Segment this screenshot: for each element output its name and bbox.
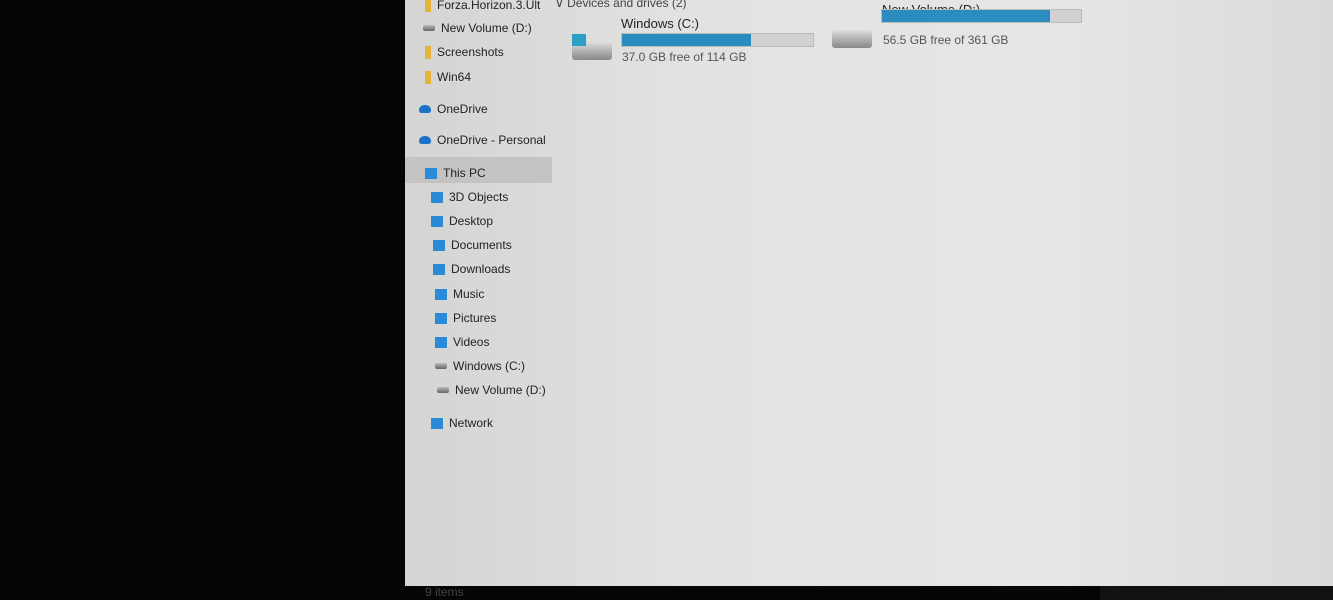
nav-item-label: New Volume (D:) <box>441 21 532 35</box>
cloud-icon <box>419 136 431 144</box>
nav-item[interactable]: Pictures <box>435 311 496 325</box>
folder-icon <box>425 70 431 84</box>
computer-icon <box>425 167 437 179</box>
cloud-icon <box>419 105 431 113</box>
drive-icon <box>435 363 447 369</box>
network-icon <box>431 417 443 429</box>
folder-icon <box>425 45 431 59</box>
drive-icon <box>832 30 872 48</box>
drive-icon <box>437 387 449 393</box>
usage-bar <box>621 33 814 47</box>
windows-logo-icon <box>572 34 586 46</box>
nav-item-label: Win64 <box>437 70 472 84</box>
usage-bar <box>881 9 1082 23</box>
status-item-count: 9 items <box>425 585 464 599</box>
nav-item-label: Pictures <box>453 311 497 325</box>
nav-item-label: This PC <box>443 166 486 180</box>
nav-item-label: Music <box>453 287 485 301</box>
file-explorer-window: Forza.Horizon.3.Ult New Volume (D:) Screen… <box>405 0 1333 599</box>
folder-icon <box>425 0 431 12</box>
group-header-devices[interactable]: ∨ Devices and drives (2) <box>555 0 687 10</box>
nav-item-label: Videos <box>453 335 490 349</box>
drive-icon <box>423 25 435 31</box>
nav-item-label: OneDrive <box>437 102 488 116</box>
nav-item[interactable]: OneDrive - Personal <box>419 133 546 147</box>
nav-item[interactable]: Windows (C:) <box>435 359 525 373</box>
nav-item-label: Screenshots <box>437 45 504 59</box>
nav-item-label: Forza.Horizon.3.Ult <box>437 0 541 12</box>
desktop-icon <box>431 215 443 227</box>
nav-item[interactable]: Screenshots <box>425 45 504 59</box>
nav-item[interactable]: This PC <box>425 166 486 180</box>
cube-icon <box>431 191 443 203</box>
nav-item[interactable]: Music <box>435 287 484 301</box>
music-icon <box>435 288 447 300</box>
usage-bar-fill <box>882 10 1050 22</box>
videos-icon <box>435 336 447 348</box>
nav-item[interactable]: Desktop <box>431 214 493 228</box>
nav-item[interactable]: 3D Objects <box>431 190 508 204</box>
drive-free-space: 56.5 GB free of 361 GB <box>883 33 1009 47</box>
screen-bezel <box>1100 586 1333 600</box>
drive-free-space: 37.0 GB free of 114 GB <box>622 50 747 64</box>
nav-item[interactable]: Network <box>431 416 493 430</box>
nav-item-label: Downloads <box>451 262 511 276</box>
nav-item[interactable]: Forza.Horizon.3.Ult <box>425 0 540 12</box>
nav-item-label: Documents <box>451 238 512 252</box>
pictures-icon <box>435 312 447 324</box>
nav-item-label: Desktop <box>449 214 494 228</box>
nav-item[interactable]: OneDrive <box>419 102 488 116</box>
nav-item[interactable]: Documents <box>433 238 512 252</box>
nav-item-label: Network <box>449 416 494 430</box>
nav-item-label: New Volume (D:) <box>455 383 546 397</box>
usage-bar-fill <box>622 34 751 46</box>
group-header-label: Devices and drives (2) <box>567 0 687 10</box>
nav-item-label: Windows (C:) <box>453 359 526 373</box>
navigation-pane: Forza.Horizon.3.Ult New Volume (D:) Screen… <box>405 0 552 586</box>
nav-item[interactable]: Downloads <box>433 262 510 276</box>
nav-item[interactable]: Videos <box>435 335 489 349</box>
nav-item[interactable]: New Volume (D:) <box>423 21 532 35</box>
nav-item[interactable]: New Volume (D:) <box>437 383 546 397</box>
nav-item-label: OneDrive - Personal <box>437 133 546 147</box>
document-icon <box>433 239 445 251</box>
nav-item[interactable]: Win64 <box>425 70 471 84</box>
drive-name: Windows (C:) <box>621 16 700 31</box>
nav-item-label: 3D Objects <box>449 190 509 204</box>
download-icon <box>433 263 445 275</box>
